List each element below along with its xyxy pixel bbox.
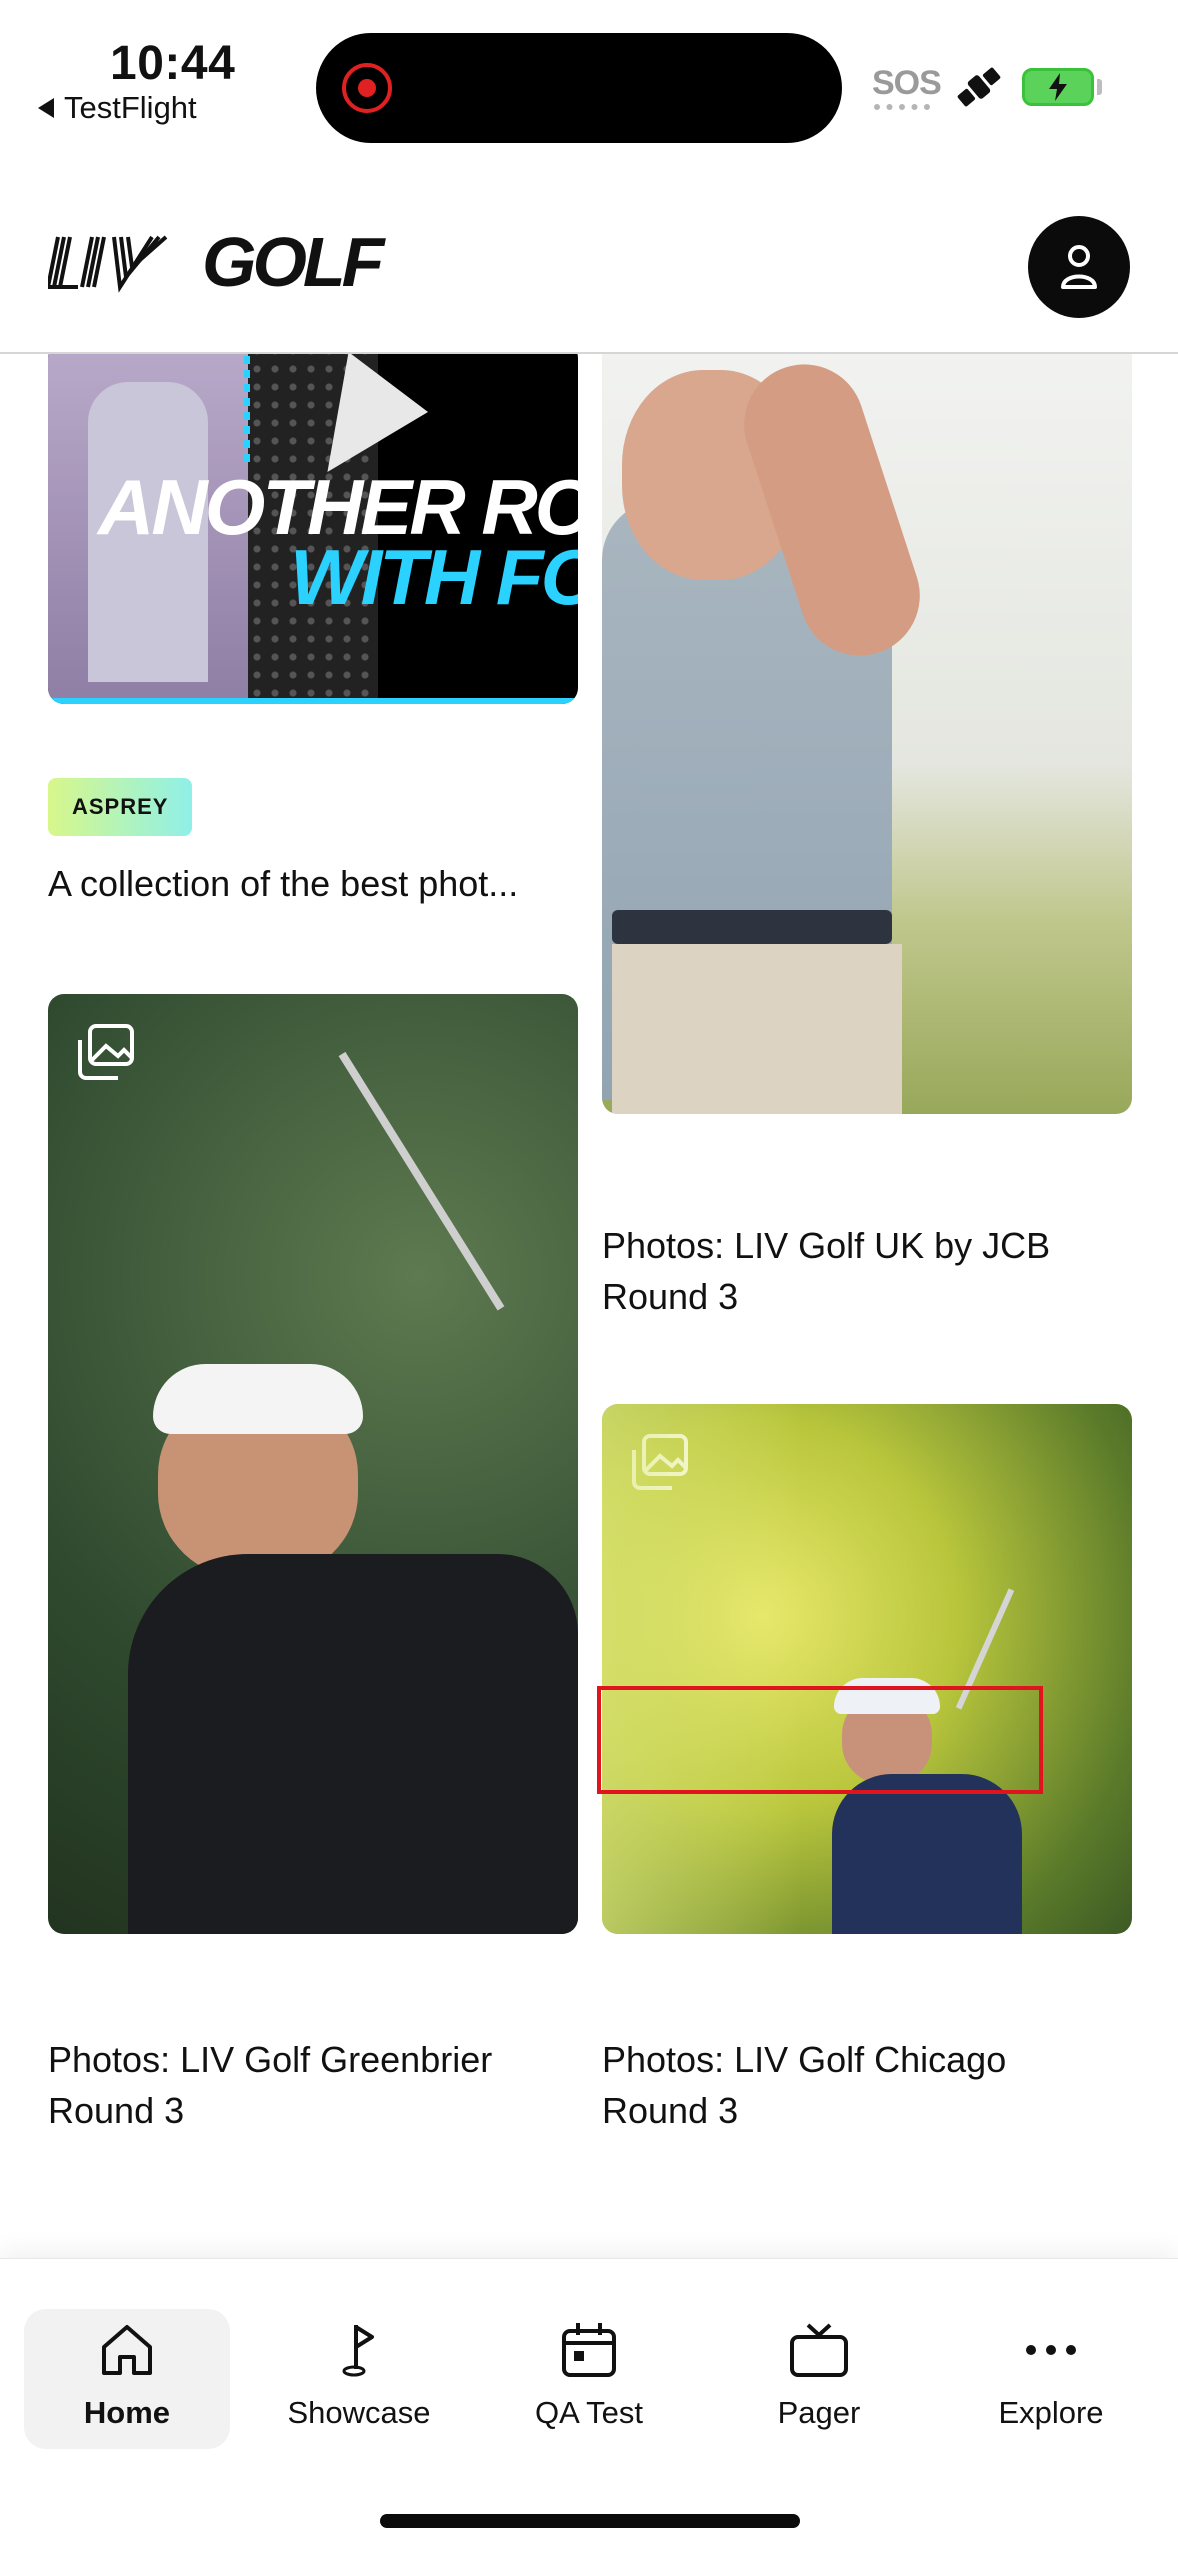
card-caption[interactable]: Photos: LIV Golf UK by JCB Round 3 xyxy=(602,1220,1102,1322)
charging-bolt-icon xyxy=(1049,73,1067,101)
golfer-black-shirt xyxy=(128,1554,578,1934)
promo-title-line2: WITH FO xyxy=(290,533,578,621)
tab-label: Explore xyxy=(998,2395,1104,2430)
battery-cap xyxy=(1097,79,1102,95)
tab-label: QA Test xyxy=(535,2395,643,2430)
account-button[interactable] xyxy=(1028,216,1130,318)
logo-wordmark: GOLF xyxy=(202,223,384,301)
card-image-golfer-uk[interactable] xyxy=(602,352,1132,1114)
golfer-belt xyxy=(612,910,892,944)
tv-icon xyxy=(790,2323,848,2377)
tab-label: Pager xyxy=(777,2395,861,2430)
card-caption[interactable]: A collection of the best phot... xyxy=(48,858,588,909)
screen-recording-icon xyxy=(342,63,392,113)
card-image-greenbrier[interactable] xyxy=(48,994,578,1934)
golfer-cap xyxy=(153,1364,363,1434)
sponsor-badge: ASPREY xyxy=(48,778,193,836)
golfer-trousers xyxy=(612,944,902,1114)
card-image-promo[interactable]: ANOTHER RO WITH FO xyxy=(48,352,578,704)
flag-icon xyxy=(342,2325,374,2377)
card-caption[interactable]: Photos: LIV Golf Greenbrier Round 3 xyxy=(48,2034,568,2136)
card-caption-highlighted[interactable]: Photos: LIV Golf Chicago Round 3 xyxy=(602,2034,1062,2136)
tab-label: Home xyxy=(83,2395,171,2430)
app-header: GOLF xyxy=(0,170,1178,354)
golfer-cap xyxy=(834,1678,940,1714)
clock: 10:44 xyxy=(110,37,236,90)
dynamic-island xyxy=(316,33,842,143)
tab-pager[interactable]: Pager xyxy=(716,2309,922,2449)
card-image-chicago[interactable] xyxy=(602,1404,1132,1934)
liv-golf-logo: GOLF xyxy=(48,223,384,301)
calendar-icon xyxy=(562,2323,616,2377)
battery-icon xyxy=(1022,68,1094,106)
sos-indicator: SOS xyxy=(872,64,942,102)
content-feed[interactable]: ANOTHER RO WITH FO ASPREY A collection o… xyxy=(0,352,1178,2260)
person-icon xyxy=(1061,245,1097,289)
tab-showcase[interactable]: Showcase xyxy=(256,2309,462,2449)
golf-club xyxy=(338,1051,505,1311)
tab-home[interactable]: Home xyxy=(24,2309,230,2449)
more-icon xyxy=(1026,2345,1076,2355)
liv-logo-mark xyxy=(48,235,168,293)
home-icon xyxy=(102,2325,152,2375)
back-app-label: TestFlight xyxy=(64,90,197,125)
foliage-overlay xyxy=(602,1404,802,1934)
tab-label: Showcase xyxy=(287,2395,431,2430)
tab-qa-test[interactable]: QA Test xyxy=(486,2309,692,2449)
home-indicator[interactable] xyxy=(380,2514,800,2528)
tab-explore[interactable]: Explore xyxy=(948,2309,1154,2449)
gallery-icon xyxy=(78,1024,134,1080)
signal-dots xyxy=(874,104,930,110)
bottom-tab-bar: Home Showcase QA Test Pager Explore xyxy=(0,2258,1178,2557)
golfer-shirt xyxy=(832,1774,1022,1934)
status-bar: 10:44 TestFlight SOS xyxy=(0,0,1178,170)
satellite-icon xyxy=(957,67,1001,107)
golf-club xyxy=(955,1588,1015,1710)
back-to-testflight[interactable]: TestFlight xyxy=(38,90,197,126)
back-arrow-icon xyxy=(38,98,54,118)
